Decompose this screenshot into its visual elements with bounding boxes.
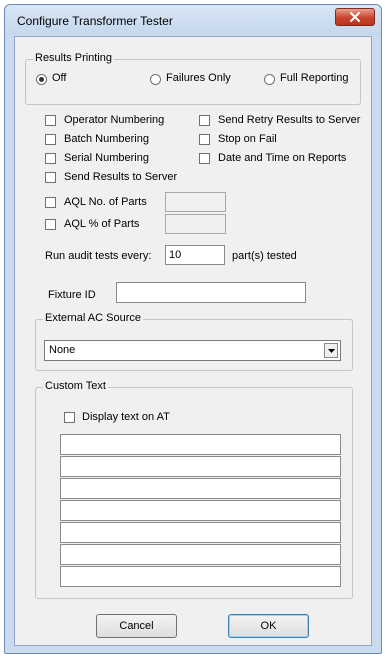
aql-no-parts-checkbox[interactable] xyxy=(45,197,56,208)
audit-interval-input[interactable] xyxy=(165,245,225,265)
aql-pct-parts-label: AQL % of Parts xyxy=(64,218,140,230)
batch-numbering-label: Batch Numbering xyxy=(64,133,149,145)
custom-text-group: Custom Text Display text on AT xyxy=(35,380,353,599)
custom-text-label: Custom Text xyxy=(43,380,108,392)
fixture-id-input[interactable] xyxy=(116,282,306,303)
custom-text-line-4[interactable] xyxy=(60,500,341,521)
results-printing-label: Results Printing xyxy=(33,52,115,64)
custom-text-line-6[interactable] xyxy=(60,544,341,565)
fixture-id-label: Fixture ID xyxy=(48,289,96,301)
title-bar[interactable]: Configure Transformer Tester xyxy=(5,5,381,35)
audit-prefix-label: Run audit tests every: xyxy=(45,250,152,262)
radio-failures-only[interactable] xyxy=(150,74,161,85)
ok-button[interactable]: OK xyxy=(228,614,309,638)
cancel-button[interactable]: Cancel xyxy=(96,614,177,638)
ac-source-select[interactable]: None xyxy=(44,340,341,361)
radio-off[interactable] xyxy=(36,74,47,85)
radio-full-reporting[interactable] xyxy=(264,74,275,85)
dropdown-arrow-icon[interactable] xyxy=(324,343,338,358)
send-retry-results-checkbox[interactable] xyxy=(199,115,210,126)
custom-text-line-2[interactable] xyxy=(60,456,341,477)
ac-source-group: External AC Source None xyxy=(35,312,353,371)
display-text-label: Display text on AT xyxy=(82,411,170,423)
stop-on-fail-label: Stop on Fail xyxy=(218,133,277,145)
aql-pct-parts-input[interactable] xyxy=(165,214,226,234)
custom-text-line-3[interactable] xyxy=(60,478,341,499)
custom-text-line-7[interactable] xyxy=(60,566,341,587)
window-title: Configure Transformer Tester xyxy=(17,14,173,28)
send-results-server-checkbox[interactable] xyxy=(45,172,56,183)
close-icon xyxy=(350,12,360,22)
operator-numbering-label: Operator Numbering xyxy=(64,114,165,126)
custom-text-line-5[interactable] xyxy=(60,522,341,543)
serial-numbering-label: Serial Numbering xyxy=(64,152,149,164)
dialog-window: Configure Transformer Tester Results Pri… xyxy=(4,4,382,654)
send-retry-results-label: Send Retry Results to Server xyxy=(218,114,361,126)
radio-full-reporting-label: Full Reporting xyxy=(280,72,349,84)
radio-off-label: Off xyxy=(52,72,67,84)
dialog-body: Results Printing Off Failures Only Full … xyxy=(14,36,372,646)
date-time-reports-checkbox[interactable] xyxy=(199,153,210,164)
operator-numbering-checkbox[interactable] xyxy=(45,115,56,126)
serial-numbering-checkbox[interactable] xyxy=(45,153,56,164)
stop-on-fail-checkbox[interactable] xyxy=(199,134,210,145)
send-results-server-label: Send Results to Server xyxy=(64,171,178,183)
batch-numbering-checkbox[interactable] xyxy=(45,134,56,145)
display-text-checkbox[interactable] xyxy=(64,412,75,423)
aql-no-parts-label: AQL No. of Parts xyxy=(64,196,147,208)
date-time-reports-label: Date and Time on Reports xyxy=(218,152,347,164)
audit-suffix-label: part(s) tested xyxy=(232,250,297,262)
aql-no-parts-input[interactable] xyxy=(165,192,226,212)
custom-text-line-1[interactable] xyxy=(60,434,341,455)
close-button[interactable] xyxy=(335,8,375,26)
ac-source-value: None xyxy=(49,344,76,356)
results-printing-group: Results Printing Off Failures Only Full … xyxy=(25,52,361,105)
ac-source-label: External AC Source xyxy=(43,312,143,324)
aql-pct-parts-checkbox[interactable] xyxy=(45,219,56,230)
radio-failures-only-label: Failures Only xyxy=(166,72,231,84)
